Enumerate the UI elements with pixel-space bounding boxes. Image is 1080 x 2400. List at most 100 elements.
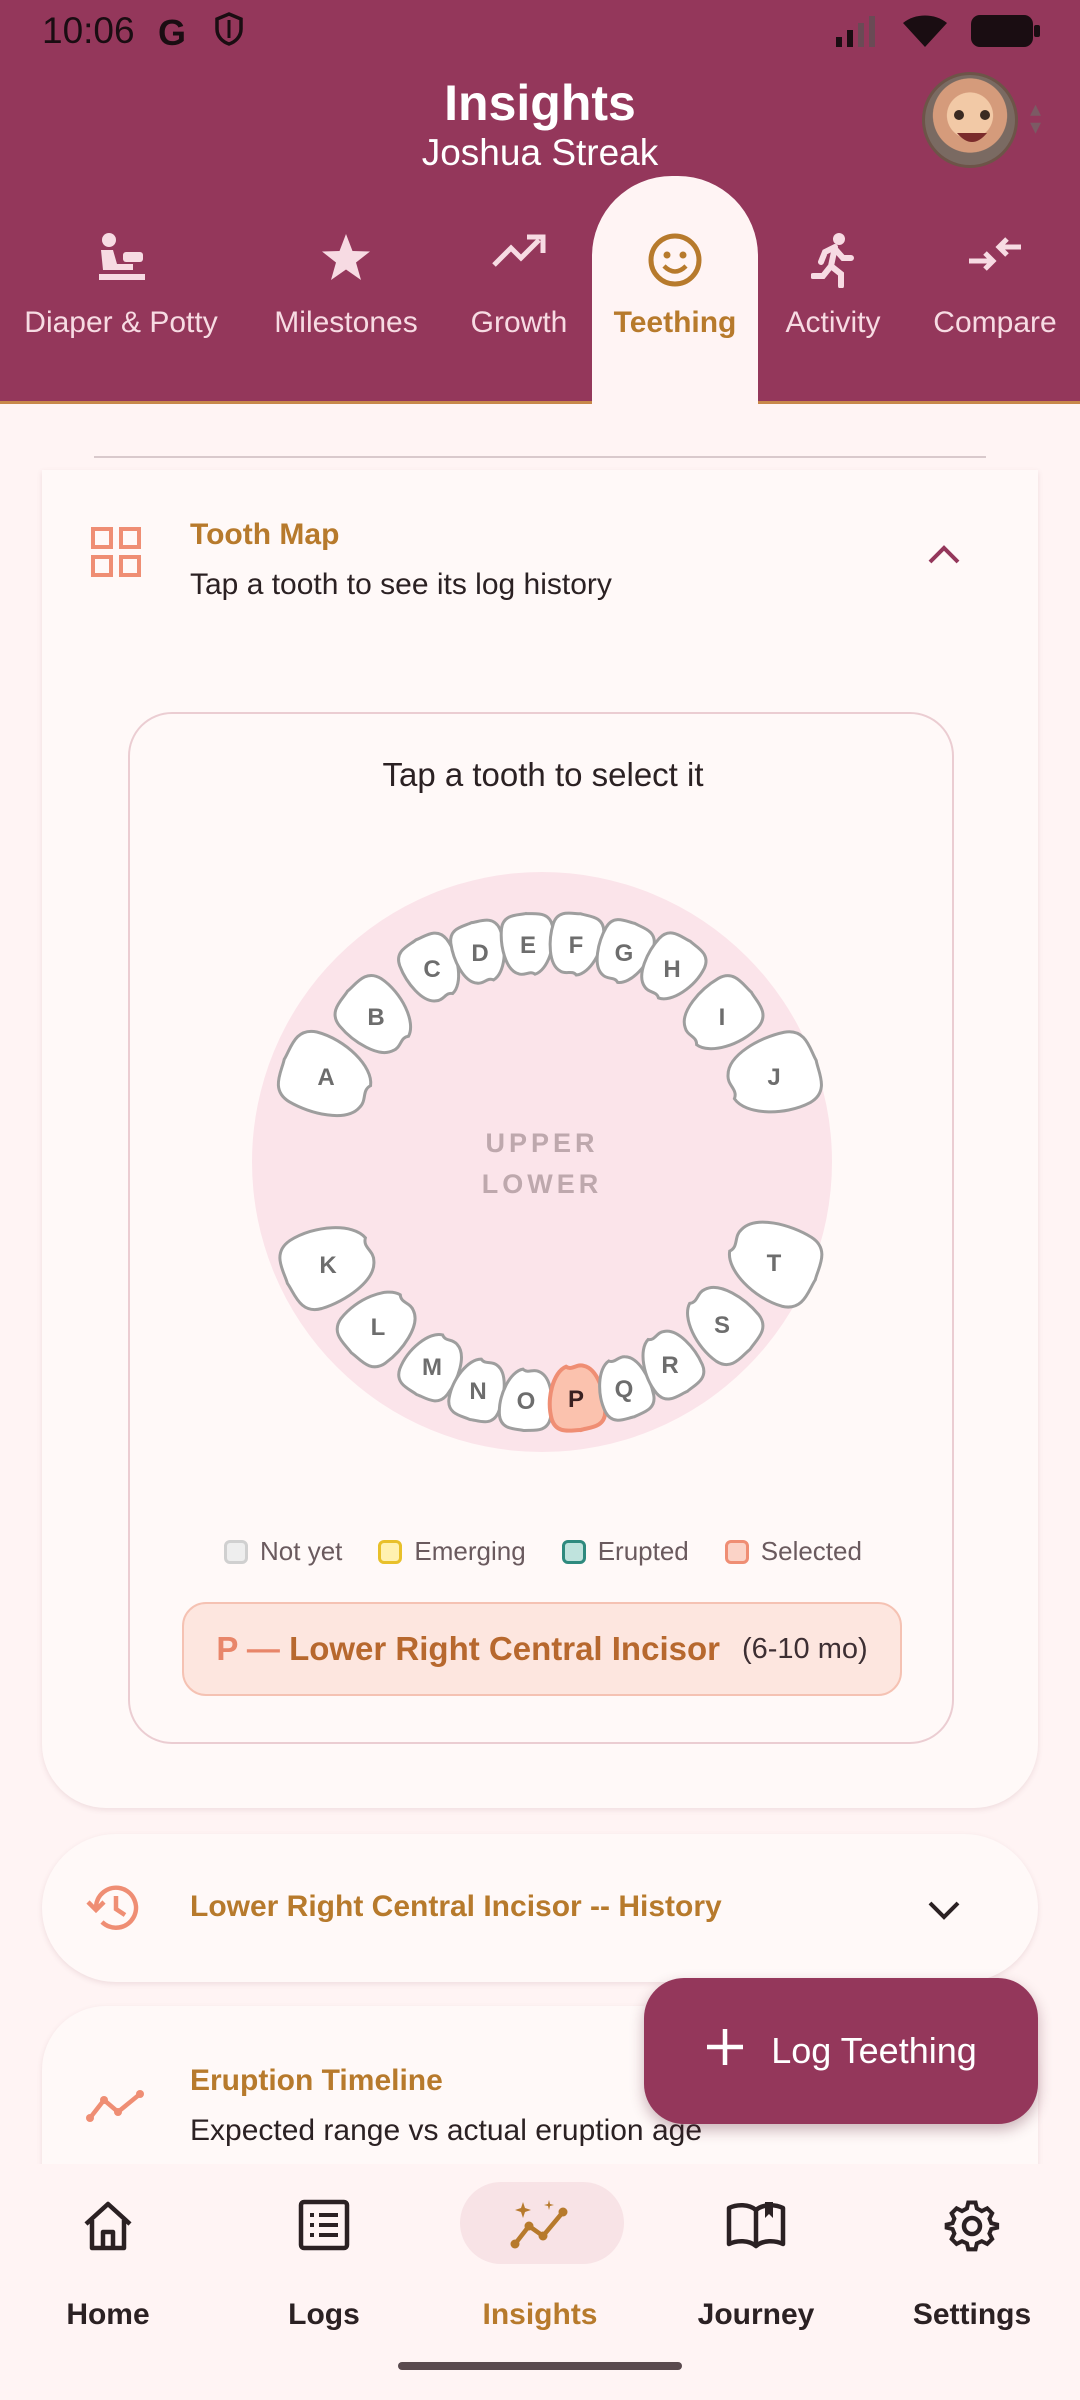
child-avatar[interactable] [922,72,1018,168]
legend-label: Selected [760,1536,862,1566]
tooth-letter: I [719,1004,726,1031]
upper-jaw-label: UPPER [485,1128,598,1158]
nav-logs[interactable]: Logs [216,2164,432,2364]
tooth-chart: UPPER LOWER A B C D E F G H I J K L MN O P QR S T [252,872,832,1452]
tooth-letter: H [663,956,680,983]
grid-icon [90,526,142,583]
google-icon: G [158,12,187,53]
selected-tooth-dash: — [237,1630,290,1667]
home-icon [80,2198,136,2259]
nav-label: Home [66,2298,150,2331]
tooth-history-card[interactable]: Lower Right Central Incisor -- History [42,1834,1038,1982]
star-icon [320,232,372,289]
tooth-letter: S [714,1312,730,1339]
running-person-icon [810,232,855,293]
tooth-letter: B [367,1004,384,1031]
wifi-icon [903,15,947,47]
nav-label: Settings [912,2298,1032,2331]
battery-icon [971,15,1040,47]
tab-compare[interactable]: Compare [910,176,1080,404]
tooth-letter: N [469,1378,486,1405]
log-teething-button[interactable]: Log Teething [644,1978,1038,2124]
tab-label: Diaper & Potty [24,306,218,339]
tooth-letter: O [517,1388,536,1415]
smiley-icon [647,232,703,293]
legend-emerging: Emerging [378,1536,526,1567]
tooth-map-card: Tooth Map Tap a tooth to see its log his… [42,470,1038,1808]
lower-jaw-label: LOWER [482,1169,603,1199]
history-icon [86,1880,142,1941]
nav-label: Journey [697,2298,815,2331]
legend-selected: Selected [724,1536,862,1567]
nav-home[interactable]: Home [0,2164,216,2364]
tooth-letter: G [615,940,634,967]
tab-growth[interactable]: Growth [450,176,588,404]
selected-tooth-label: Lower Right Central Incisor [289,1630,720,1667]
tooth-map-title: Tooth Map [190,518,340,551]
tooth-letter: A [317,1064,334,1091]
nav-settings[interactable]: Settings [864,2164,1080,2364]
legend-erupted: Erupted [561,1536,689,1567]
nav-label: Insights [482,2298,598,2331]
status-bar: 10:06 G [0,0,1080,62]
tooth-letter: R [661,1352,678,1379]
legend-swatch [561,1539,586,1564]
selected-tooth-name: P — Lower Right Central Incisor [216,1630,720,1668]
tooth-letter: E [520,932,536,959]
signal-icon [836,16,875,47]
timeline-chart-icon [86,2088,146,2129]
trending-up-icon [491,232,547,277]
tooth-letter: J [767,1064,780,1091]
list-icon [297,2198,351,2257]
divider [94,456,986,458]
tab-label: Growth [470,306,568,339]
home-indicator [398,2362,682,2370]
status-time: 10:06 [42,10,135,51]
timeline-subtitle: Expected range vs actual eruption age [190,2114,703,2147]
legend-swatch [378,1539,403,1564]
collapse-chevron-icon[interactable] [926,542,962,571]
plus-icon [705,2027,745,2076]
switch-child-icon[interactable]: ▴ ▾ [1030,98,1041,138]
insight-tabs: Diaper & Potty Milestones Growth Teethin… [0,176,1080,404]
tooth-letter: T [767,1250,782,1277]
nav-label: Logs [288,2298,360,2331]
selected-tooth-letter: P [216,1630,238,1667]
legend-label: Not yet [260,1536,343,1566]
log-teething-label: Log Teething [771,2030,977,2071]
tooth-letter: L [371,1314,386,1341]
tooth-letter: D [471,940,488,967]
compare-arrows-icon [967,232,1023,281]
tooth-legend: Not yet Emerging Erupted Selected [130,1536,956,1567]
gear-icon [944,2198,1000,2259]
tab-label: Activity [785,306,881,339]
tooth-letter: F [569,932,584,959]
page-title: Insights [444,75,636,131]
tab-milestones[interactable]: Milestones [250,176,442,404]
legend-label: Erupted [597,1536,689,1566]
legend-swatch [224,1539,249,1564]
legend-label: Emerging [414,1536,526,1566]
tooth-letter: C [423,956,440,983]
tab-diaper-potty[interactable]: Diaper & Potty [0,176,242,404]
tooth-letter: M [422,1354,442,1381]
tab-activity[interactable]: Activity [762,176,904,404]
nav-insights[interactable]: Insights [432,2164,648,2364]
tooth-letter: P [568,1386,584,1413]
timeline-title: Eruption Timeline [190,2064,443,2097]
selected-tooth-info: P — Lower Right Central Incisor (6-10 mo… [182,1602,902,1696]
tab-label: Teething [613,306,737,339]
book-icon [725,2198,787,2255]
insights-icon [509,2198,571,2257]
tooth-chart-panel: Tap a tooth to select it UPPER LOWER ABC… [128,712,954,1744]
tooth-letter: Q [615,1376,634,1403]
legend-swatch [724,1539,749,1564]
tab-label: Compare [933,306,1057,339]
app-header: 10:06 G Insights Joshua Streak ▴ ▾ Diaper… [0,0,1080,404]
tab-teething[interactable]: Teething [592,176,758,404]
child-name: Joshua Streak [421,132,659,173]
expand-chevron-icon[interactable] [926,1898,962,1927]
tooth-letter: K [319,1252,337,1279]
history-title: Lower Right Central Incisor -- History [190,1890,722,1923]
nav-journey[interactable]: Journey [648,2164,864,2364]
